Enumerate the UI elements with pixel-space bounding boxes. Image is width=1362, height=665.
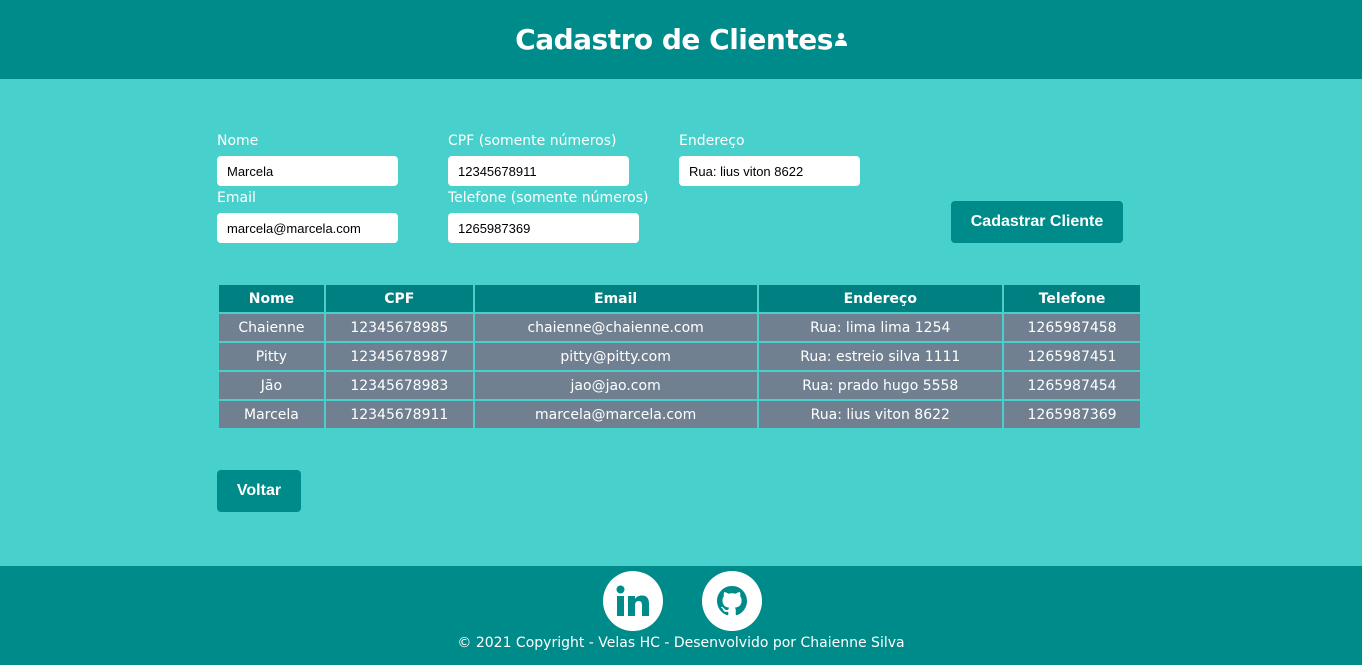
email-label: Email (217, 190, 256, 206)
cell-cpf: 12345678985 (325, 314, 473, 341)
linkedin-link[interactable] (603, 571, 663, 631)
clients-table: Nome CPF Email Endereço Telefone Chaienn… (217, 283, 1142, 430)
nome-input[interactable] (217, 156, 398, 186)
cell-endereco: Rua: lius viton 8622 (758, 401, 1003, 428)
page-footer: © 2021 Copyright - Velas HC - Desenvolvi… (0, 566, 1362, 665)
column-header-cpf: CPF (325, 285, 473, 312)
telefone-label: Telefone (somente números) (448, 190, 649, 206)
table-row: Jão 12345678983 jao@jao.com Rua: prado h… (219, 372, 1140, 399)
cell-email: pitty@pitty.com (474, 343, 757, 370)
github-link[interactable] (702, 571, 762, 631)
table-row: Marcela 12345678911 marcela@marcela.com … (219, 401, 1140, 428)
table-row: Chaienne 12345678985 chaienne@chaienne.c… (219, 314, 1140, 341)
page-header: Cadastro de Clientes (0, 0, 1362, 79)
cell-telefone: 1265987454 (1004, 372, 1140, 399)
cell-email: jao@jao.com (474, 372, 757, 399)
cell-nome: Pitty (219, 343, 324, 370)
nome-label: Nome (217, 133, 259, 149)
cell-endereco: Rua: estreio silva 1111 (758, 343, 1003, 370)
endereco-input[interactable] (679, 156, 860, 186)
voltar-button[interactable]: Voltar (217, 470, 301, 512)
table-row: Pitty 12345678987 pitty@pitty.com Rua: e… (219, 343, 1140, 370)
telefone-input[interactable] (448, 213, 639, 243)
cell-email: chaienne@chaienne.com (474, 314, 757, 341)
column-header-telefone: Telefone (1004, 285, 1140, 312)
cell-nome: Marcela (219, 401, 324, 428)
column-header-endereco: Endereço (758, 285, 1003, 312)
page-title-text: Cadastro de Clientes (515, 23, 833, 56)
cell-telefone: 1265987451 (1004, 343, 1140, 370)
table-header-row: Nome CPF Email Endereço Telefone (219, 285, 1140, 312)
cpf-label: CPF (somente números) (448, 133, 617, 149)
cell-endereco: Rua: lima lima 1254 (758, 314, 1003, 341)
copyright-text: © 2021 Copyright - Velas HC - Desenvolvi… (457, 635, 905, 651)
cell-telefone: 1265987369 (1004, 401, 1140, 428)
page-title: Cadastro de Clientes (515, 23, 847, 56)
linkedin-icon (616, 585, 649, 616)
cpf-input[interactable] (448, 156, 629, 186)
column-header-email: Email (474, 285, 757, 312)
cell-email: marcela@marcela.com (474, 401, 757, 428)
email-input[interactable] (217, 213, 398, 243)
cell-cpf: 12345678987 (325, 343, 473, 370)
cell-nome: Chaienne (219, 314, 324, 341)
github-icon (717, 586, 747, 616)
cell-cpf: 12345678983 (325, 372, 473, 399)
cell-telefone: 1265987458 (1004, 314, 1140, 341)
cadastrar-cliente-button[interactable]: Cadastrar Cliente (951, 201, 1123, 243)
cell-cpf: 12345678911 (325, 401, 473, 428)
user-icon (834, 32, 847, 46)
endereco-label: Endereço (679, 133, 745, 149)
column-header-nome: Nome (219, 285, 324, 312)
cell-nome: Jão (219, 372, 324, 399)
cell-endereco: Rua: prado hugo 5558 (758, 372, 1003, 399)
